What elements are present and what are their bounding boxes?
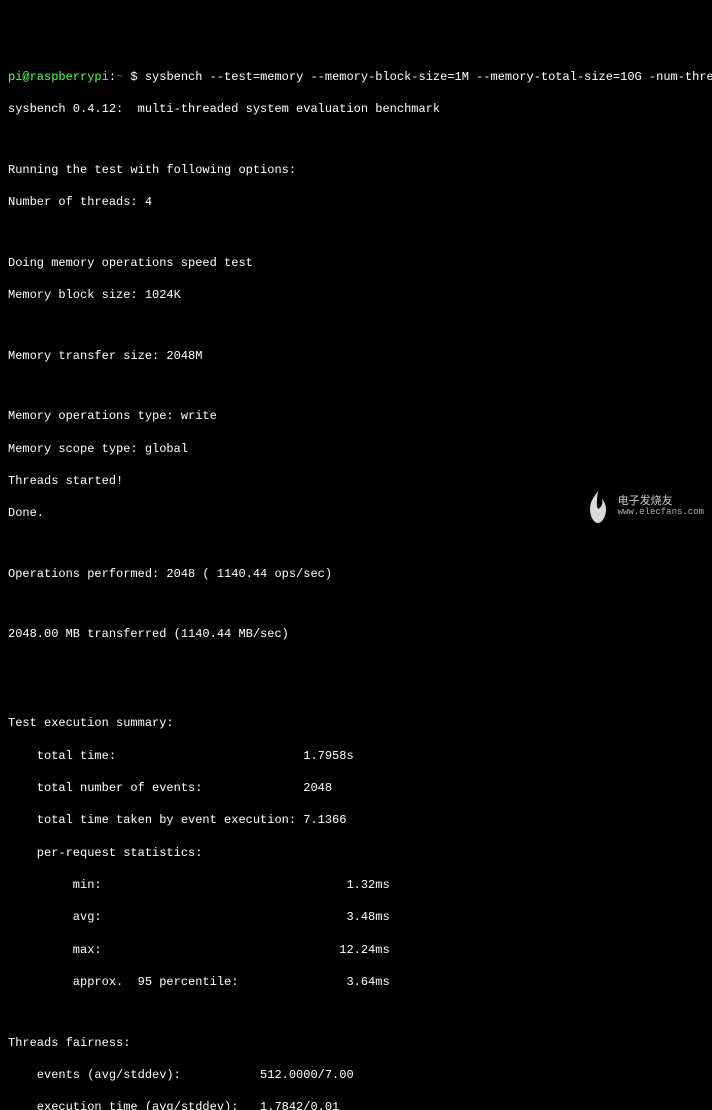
threads-line: Number of threads: 4 bbox=[8, 194, 704, 210]
blank-line bbox=[8, 226, 704, 238]
summary-header: Test execution summary: bbox=[8, 715, 704, 731]
banner-line: sysbench 0.4.12: multi-threaded system e… bbox=[8, 101, 704, 117]
watermark-text: 电子发烧友 www.elecfans.com bbox=[618, 496, 704, 518]
time-by-event-line: total time taken by event execution: 7.1… bbox=[8, 812, 704, 828]
started-line: Threads started! bbox=[8, 473, 704, 489]
blank-line bbox=[8, 538, 704, 550]
opts-header: Running the test with following options: bbox=[8, 162, 704, 178]
per-request-header: per-request statistics: bbox=[8, 845, 704, 861]
fairness-header: Threads fairness: bbox=[8, 1035, 704, 1051]
prompt-sep1: : bbox=[109, 70, 116, 84]
max-line: max: 12.24ms bbox=[8, 942, 704, 958]
transferred-line: 2048.00 MB transferred (1140.44 MB/sec) bbox=[8, 626, 704, 642]
events-fairness-line: events (avg/stddev): 512.0000/7.00 bbox=[8, 1067, 704, 1083]
exec-fairness-line: execution time (avg/stddev): 1.7842/0.01 bbox=[8, 1099, 704, 1110]
blank-line bbox=[8, 319, 704, 331]
min-line: min: 1.32ms bbox=[8, 877, 704, 893]
avg-line: avg: 3.48ms bbox=[8, 909, 704, 925]
blank-line bbox=[8, 598, 704, 610]
blank-line bbox=[8, 380, 704, 392]
command-text: sysbench --test=memory --memory-block-si… bbox=[145, 70, 712, 84]
blank-line bbox=[8, 1007, 704, 1019]
ops-type-line: Memory operations type: write bbox=[8, 408, 704, 424]
total-time-line: total time: 1.7958s bbox=[8, 748, 704, 764]
watermark: 电子发烧友 www.elecfans.com bbox=[584, 491, 704, 523]
prompt-user-host: pi@raspberrypi bbox=[8, 70, 109, 84]
blank-line bbox=[8, 687, 704, 699]
prompt-line-1: pi@raspberrypi:~ $ sysbench --test=memor… bbox=[8, 69, 704, 85]
scope-line: Memory scope type: global bbox=[8, 441, 704, 457]
watermark-url: www.elecfans.com bbox=[618, 508, 704, 518]
p95-line: approx. 95 percentile: 3.64ms bbox=[8, 974, 704, 990]
prompt-sep2: $ bbox=[123, 70, 145, 84]
flame-icon bbox=[584, 491, 612, 523]
transfer-size-line: Memory transfer size: 2048M bbox=[8, 348, 704, 364]
doing-line: Doing memory operations speed test bbox=[8, 255, 704, 271]
block-size-line: Memory block size: 1024K bbox=[8, 287, 704, 303]
ops-performed-line: Operations performed: 2048 ( 1140.44 ops… bbox=[8, 566, 704, 582]
blank-line bbox=[8, 659, 704, 671]
total-events-line: total number of events: 2048 bbox=[8, 780, 704, 796]
blank-line bbox=[8, 134, 704, 146]
